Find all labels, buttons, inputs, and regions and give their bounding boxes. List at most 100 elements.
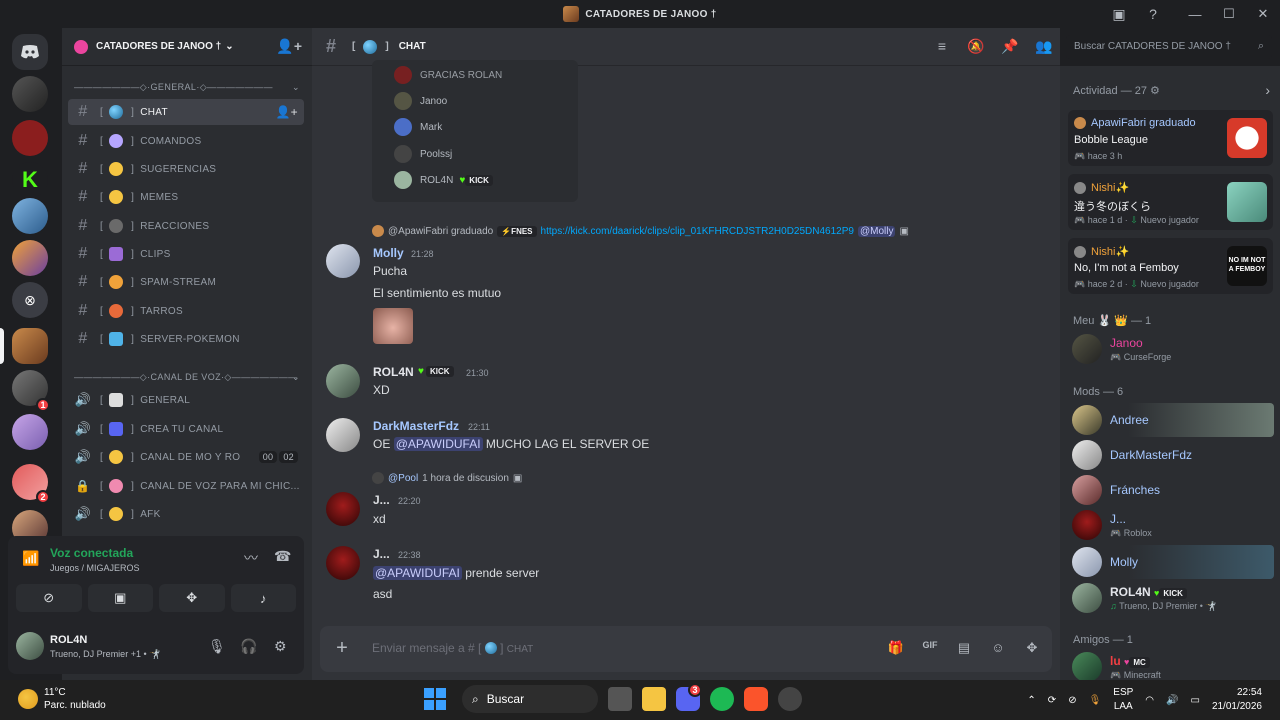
emoji-icon[interactable]: ☺ <box>988 640 1008 656</box>
message-author[interactable]: J... <box>373 493 390 507</box>
discord-app-icon[interactable]: 3 <box>676 683 702 711</box>
message-author[interactable]: J... <box>373 547 390 561</box>
add-attachment-icon[interactable]: + <box>332 638 352 658</box>
reply-link[interactable]: https://kick.com/daarick/clips/clip_01KF… <box>541 226 854 237</box>
server-icon[interactable] <box>12 76 48 112</box>
chevron-right-icon[interactable]: › <box>1265 82 1270 98</box>
reply-preview[interactable]: @ApawiFabri graduado ⚡FNES https://kick.… <box>372 225 909 237</box>
sync-icon[interactable]: ⟳ <box>1048 695 1056 706</box>
activity-card[interactable]: Nishi✨ No, I'm not a Femboy 🎮 hace 2 d ·… <box>1068 238 1273 294</box>
mention[interactable]: @APAWIDUFAI <box>393 437 483 451</box>
disconnect-icon[interactable]: ☎ <box>274 548 291 565</box>
pinned-icon[interactable]: 📌 <box>1000 38 1020 55</box>
app-icon[interactable] <box>778 687 802 711</box>
channel-comandos[interactable]: # [] COMANDOS <box>68 128 304 154</box>
channel-spam-stream[interactable]: # [] SPAM-STREAM <box>68 269 304 295</box>
search-input[interactable]: Buscar CATADORES DE JANOO † ⌕ <box>1066 35 1272 59</box>
avatar[interactable] <box>326 364 360 398</box>
sticker-image[interactable] <box>373 308 413 344</box>
category-voz[interactable]: ———————◇·CANAL DE VOZ·◇——————— ⌄ <box>74 372 300 383</box>
server-icon[interactable] <box>12 414 48 450</box>
avatar[interactable] <box>326 546 360 580</box>
settings-gear-icon[interactable]: ⚙ <box>274 638 287 655</box>
channel-chat[interactable]: # [] CHAT 👤+ <box>68 99 304 125</box>
reply-preview[interactable]: @Pool 1 hora de discusion ▣ <box>372 472 522 484</box>
create-invite-icon[interactable]: 👤+ <box>275 105 298 119</box>
noise-suppression-icon[interactable]: 〰 <box>244 548 258 568</box>
voice-channel-afk[interactable]: 🔊 [] AFK <box>68 501 304 527</box>
kick-server-icon[interactable]: K <box>12 162 48 198</box>
wifi-icon[interactable]: ◠ <box>1145 695 1154 706</box>
discord-home-icon[interactable] <box>12 34 48 70</box>
brave-browser-icon[interactable] <box>744 687 768 711</box>
invite-people-icon[interactable]: 👤+ <box>276 38 302 55</box>
gift-icon[interactable]: 🎁 <box>886 640 906 656</box>
message-author[interactable]: Molly <box>373 246 404 260</box>
member-list-icon[interactable]: 👥 <box>1034 38 1054 55</box>
close-button[interactable]: ✕ <box>1246 6 1280 22</box>
member-item[interactable]: J... 🎮 Roblox <box>1066 508 1274 542</box>
message-author[interactable]: DarkMasterFdz <box>373 419 459 433</box>
message-author[interactable]: ROL4N <box>373 365 414 379</box>
channel-tarros[interactable]: # [] TARROS <box>68 298 304 324</box>
weather-widget[interactable]: 11°C Parc. nublado <box>18 686 106 712</box>
member-item[interactable]: ROL4N ♥ KICK ♫ Trueno, DJ Premier • 🤺 <box>1066 581 1274 615</box>
task-view-icon[interactable] <box>608 687 632 711</box>
avatar[interactable] <box>326 418 360 452</box>
windows-start-icon[interactable] <box>424 688 446 710</box>
channel-clips[interactable]: # [] CLIPS <box>68 241 304 267</box>
gif-icon[interactable]: GIF <box>920 640 940 656</box>
clock[interactable]: 22:54 21/01/2026 <box>1212 686 1262 714</box>
inbox-icon[interactable]: ▣ <box>1110 5 1128 23</box>
apps-icon[interactable]: ✥ <box>1022 640 1042 656</box>
member-item[interactable]: Andree <box>1066 403 1274 437</box>
member-item[interactable]: Janoo 🎮 CurseForge <box>1066 332 1274 366</box>
chevron-up-icon[interactable]: ⌃ <box>1027 695 1035 706</box>
voice-location[interactable]: Juegos / MIGAJEROS <box>50 563 140 573</box>
headphones-icon[interactable]: 🎧 <box>240 638 257 655</box>
voice-channel-general[interactable]: 🔊 [] GENERAL <box>68 387 304 413</box>
help-icon[interactable]: ? <box>1144 5 1162 23</box>
xbox-server-icon[interactable]: ⊗ <box>12 282 48 318</box>
user-name[interactable]: ROL4N <box>50 634 87 646</box>
avatar[interactable] <box>326 244 360 278</box>
voice-channel-mo-ro[interactable]: 🔊 [] CANAL DE MO Y RO 00 02 <box>68 444 304 470</box>
server-icon[interactable] <box>12 120 48 156</box>
member-item[interactable]: Molly <box>1066 545 1274 579</box>
channel-reacciones[interactable]: # [] REACCIONES <box>68 213 304 239</box>
mention[interactable]: @Molly <box>857 225 896 237</box>
camera-off-button[interactable]: ⊘ <box>16 584 82 612</box>
sticker-icon[interactable]: ▤ <box>954 640 974 656</box>
guild-header[interactable]: CATADORES DE JANOO † ⌄ 👤+ <box>62 28 312 66</box>
screen-share-button[interactable]: ▣ <box>87 584 153 612</box>
channel-memes[interactable]: # [] MEMES <box>68 184 304 210</box>
voice-channel-crea[interactable]: 🔊 [] CREA TU CANAL <box>68 416 304 442</box>
server-icon[interactable] <box>12 198 48 234</box>
member-item[interactable]: Fránches <box>1066 473 1274 507</box>
microphone-icon[interactable]: 🎙 <box>208 638 226 655</box>
avatar[interactable] <box>326 492 360 526</box>
mention[interactable]: @APAWIDUFAI <box>373 566 462 580</box>
activity-card[interactable]: ApawiFabri graduado Bobble League 🎮 hace… <box>1068 110 1273 166</box>
avatar[interactable] <box>16 632 44 660</box>
language-indicator[interactable]: ESP LAA <box>1113 686 1133 714</box>
channel-server-pokemon[interactable]: # [] SERVER-POKEMON <box>68 326 304 352</box>
battery-icon[interactable]: ▭ <box>1190 695 1199 706</box>
volume-icon[interactable]: 🔊 <box>1166 695 1178 706</box>
member-item[interactable]: lu ♥ MC 🎮 Minecraft <box>1066 650 1274 684</box>
server-icon-active[interactable] <box>12 328 48 364</box>
message-composer[interactable]: + Enviar mensaje a # [ ] CHAT 🎁 GIF ▤ ☺ … <box>320 626 1052 672</box>
minimize-button[interactable]: — <box>1178 7 1212 22</box>
connection-signal-icon[interactable]: 📶 <box>22 550 40 568</box>
category-general[interactable]: ———————◇·GENERAL·◇——————— ⌄ <box>74 82 300 93</box>
activities-button[interactable]: ✥ <box>159 584 225 612</box>
member-item[interactable]: DarkMasterFdz <box>1066 438 1274 472</box>
taskbar-search[interactable]: ⌕ Buscar <box>462 685 598 713</box>
maximize-button[interactable]: ☐ <box>1212 6 1246 22</box>
activity-header[interactable]: Actividad — 27 ⚙ <box>1073 84 1160 97</box>
voice-channel-chic[interactable]: 🔒 [] CANAL DE VOZ PARA MI CHIC... <box>68 473 304 499</box>
file-explorer-icon[interactable] <box>642 687 666 711</box>
notifications-muted-icon[interactable]: 🔕 <box>966 38 986 55</box>
channel-sugerencias[interactable]: # [] SUGERENCIAS <box>68 156 304 182</box>
threads-icon[interactable]: ≡ <box>932 38 952 55</box>
